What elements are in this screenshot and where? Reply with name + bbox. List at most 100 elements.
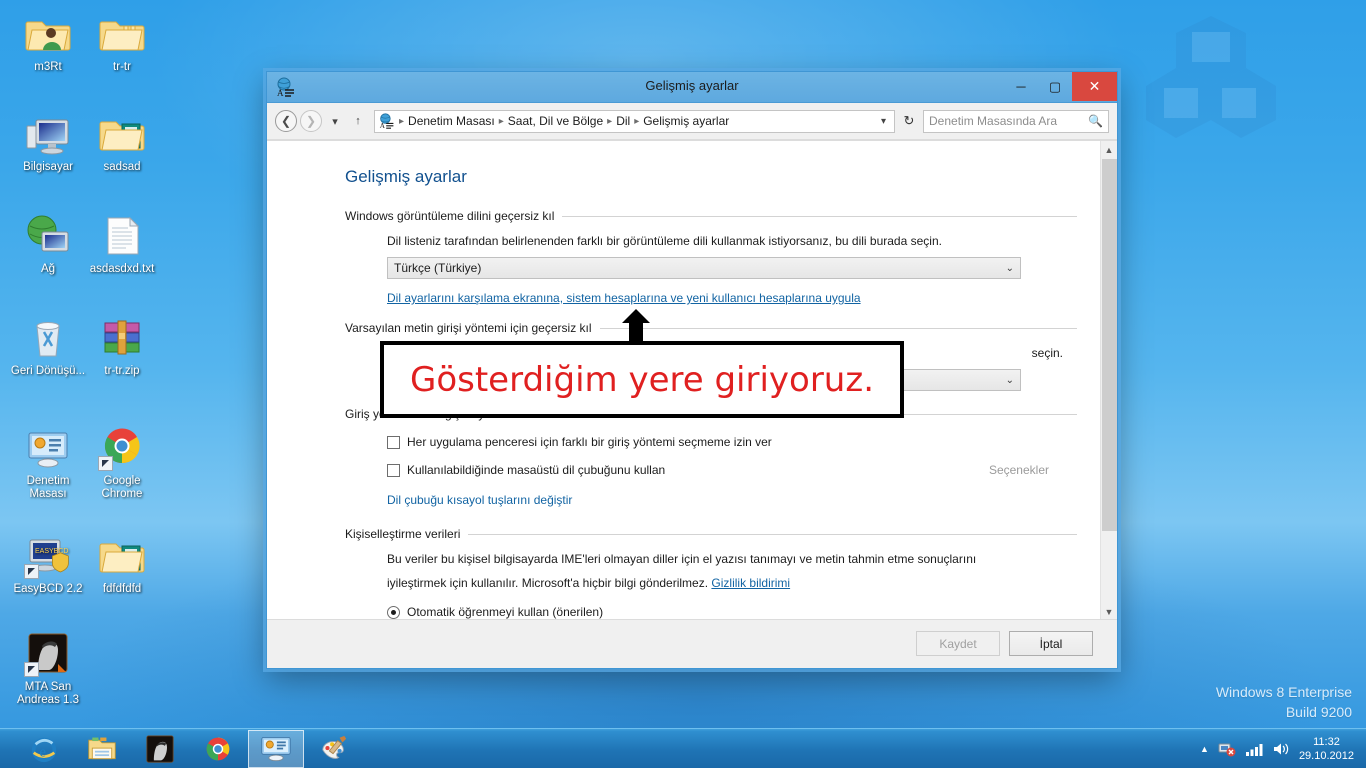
svg-text:A: A (380, 122, 386, 129)
volume-icon[interactable] (1272, 741, 1290, 757)
desktop-icon-label: Geri Dönüşü... (10, 365, 86, 377)
windows-activation-watermark: Windows 8 Enterprise Build 9200 (1216, 682, 1352, 722)
up-button[interactable]: ↑ (348, 110, 368, 132)
desktop-icon-sadsad[interactable]: sadsad (84, 110, 160, 174)
close-button[interactable]: ✕ (1072, 72, 1117, 101)
address-bar: ❮ ❯ ▾ ↑ A ▸ Denetim Masası ▸ Saat, Dil v… (267, 103, 1117, 140)
taskbar-item-internet-explorer[interactable]: e (16, 730, 72, 768)
chrome-icon (98, 424, 146, 472)
breadcrumb-separator: ▸ (498, 115, 504, 127)
desktop-icon-label: EasyBCD 2.2 (13, 583, 83, 595)
desktop-icon-tr-tr[interactable]: tr-tr (84, 10, 160, 74)
taskbar-item-mta-san-andreas[interactable] (132, 730, 188, 768)
desktop-icon-bilgisayar[interactable]: Bilgisayar (10, 110, 86, 174)
refresh-icon[interactable]: ↻ (898, 110, 920, 133)
desktop-icon-tr-tr-zip[interactable]: tr-tr.zip (84, 314, 160, 378)
desktop-icon-asdasdxd-txt[interactable]: asdasdxd.txt (84, 212, 160, 276)
section-header: Varsayılan metin girişi yöntemi için geç… (345, 321, 1077, 335)
section-header-label: Windows görüntüleme dilini geçersiz kıl (345, 209, 555, 223)
scrollbar-thumb[interactable] (1102, 159, 1117, 531)
mta-san-andreas-icon (146, 734, 174, 763)
breadcrumb-dropdown-icon[interactable]: ▾ (877, 116, 890, 127)
desktop-icon-easybcd[interactable]: EASYBCD EasyBCD 2.2 (10, 532, 86, 596)
section-header: Kişiselleştirme verileri (345, 527, 1077, 541)
desktop-icon-label: sadsad (103, 161, 141, 173)
signal-bars-icon[interactable] (1245, 741, 1263, 757)
window-controls: ─ ▢ ✕ (1004, 72, 1117, 101)
scroll-up-icon[interactable]: ▲ (1101, 141, 1117, 158)
desktop-icon-denetim-masasi[interactable]: Denetim Masası (10, 424, 86, 501)
breadcrumb-item-3[interactable]: Gelişmiş ayarlar (643, 114, 729, 128)
desktop-icon-google-chrome[interactable]: Google Chrome (84, 424, 160, 501)
forward-button[interactable]: ❯ (300, 110, 322, 132)
search-icon: 🔍 (1088, 114, 1103, 128)
folder-user-icon (24, 10, 72, 58)
text-file-icon (98, 212, 146, 260)
taskbar-item-google-chrome[interactable] (190, 730, 246, 768)
options-link[interactable]: Seçenekler (989, 463, 1049, 477)
desktop-icon-label: tr-tr.zip (104, 365, 140, 377)
section-header-label: Kişiselleştirme verileri (345, 527, 461, 541)
desktop-icon-mta-san-andreas[interactable]: MTA San Andreas 1.3 (10, 630, 86, 707)
change-language-bar-hotkeys-link[interactable]: Dil çubuğu kısayol tuşlarını değiştir (387, 493, 572, 507)
cancel-button[interactable]: İptal (1009, 631, 1093, 656)
breadcrumb-separator: ▸ (634, 115, 640, 127)
show-hidden-icons-button[interactable]: ▲ (1200, 744, 1209, 754)
radio-automatic-learning[interactable] (387, 605, 400, 619)
taskbar-item-paint[interactable] (306, 730, 362, 768)
desktop-icon-fdfdfdfd[interactable]: fdfdfdfd (84, 532, 160, 596)
back-button[interactable]: ❮ (275, 110, 297, 132)
section-rule (562, 215, 1077, 217)
annotation-box: Gösterdiğim yere giriyoruz. (380, 341, 904, 418)
breadcrumb-item-1[interactable]: Saat, Dil ve Bölge (508, 114, 603, 128)
checkbox-label: Her uygulama penceresi için farklı bir g… (407, 435, 772, 449)
breadcrumb-separator: ▸ (399, 115, 405, 127)
shortcut-overlay-icon (98, 456, 113, 471)
apply-language-settings-link[interactable]: Dil ayarlarını karşılama ekranına, siste… (387, 291, 861, 305)
scroll-down-icon[interactable]: ▼ (1101, 603, 1117, 619)
annotation-text: Gösterdiğim yere giriyoruz. (409, 359, 875, 400)
privacy-statement-link[interactable]: Gizlilik bildirimi (711, 575, 790, 591)
window-titlebar[interactable]: A Gelişmiş ayarlar ─ ▢ ✕ (267, 72, 1117, 103)
clock-date: 29.10.2012 (1298, 749, 1354, 762)
desktop-icon-recycle-bin[interactable]: Geri Dönüşü... (10, 314, 86, 378)
checkbox-label: Kullanılabildiğinde masaüstü dil çubuğun… (407, 463, 666, 477)
breadcrumb-item-2[interactable]: Dil (616, 114, 630, 128)
search-box[interactable]: Denetim Masasında Ara 🔍 (923, 109, 1109, 133)
section-personalization-data: Kişiselleştirme verileri Bu veriler bu k… (345, 527, 1077, 619)
recent-locations-caret-icon[interactable]: ▾ (325, 110, 345, 132)
taskbar-item-file-explorer[interactable] (74, 730, 130, 768)
network-error-icon[interactable] (1218, 741, 1236, 757)
checkbox-row-desktop-language-bar[interactable]: Kullanılabildiğinde masaüstü dil çubuğun… (387, 463, 1077, 477)
clock[interactable]: 11:32 29.10.2012 (1299, 735, 1354, 763)
personalization-description-line1: Bu veriler bu kişisel bilgisayarda IME'l… (387, 552, 977, 566)
section-rule (599, 327, 1077, 329)
system-tray: ▲ 11:32 29.10.2012 (1200, 735, 1366, 763)
checkbox-separate-input-method[interactable] (387, 435, 400, 449)
checkbox-row-separate-input-method[interactable]: Her uygulama penceresi için farklı bir g… (387, 435, 1077, 449)
checkbox-desktop-language-bar[interactable] (387, 463, 400, 477)
shortcut-overlay-icon (24, 564, 39, 579)
desktop-icon-ag[interactable]: Ağ (10, 212, 86, 276)
breadcrumb-item-0[interactable]: Denetim Masası (408, 114, 495, 128)
vertical-scrollbar[interactable]: ▲ ▼ (1100, 141, 1117, 619)
taskbar-item-control-panel[interactable] (248, 729, 304, 768)
folder-icon (98, 10, 146, 58)
taskbar: e ▲ 11:32 29.10.2012 (0, 728, 1366, 768)
radio-row-automatic-learning[interactable]: Otomatik öğrenmeyi kullan (önerilen) (387, 605, 1077, 619)
maximize-button[interactable]: ▢ (1038, 72, 1072, 101)
breadcrumb[interactable]: A ▸ Denetim Masası ▸ Saat, Dil ve Bölge … (374, 109, 895, 133)
folder-open-icon (98, 532, 146, 580)
save-button[interactable]: Kaydet (916, 631, 1000, 656)
search-input[interactable]: Denetim Masasında Ara (929, 114, 1057, 128)
minimize-button[interactable]: ─ (1004, 72, 1038, 101)
paint-icon (322, 735, 347, 759)
display-language-description: Dil listeniz tarafından belirlenenden fa… (387, 234, 942, 248)
dialog-footer: Kaydet İptal (267, 619, 1117, 667)
display-language-combobox[interactable]: Türkçe (Türkiye) ⌄ (387, 257, 1021, 279)
desktop-icon-m3Rt[interactable]: m3Rt (10, 10, 86, 74)
mta-san-andreas-icon (24, 630, 72, 678)
computer-icon (24, 110, 72, 158)
file-explorer-icon (88, 737, 116, 759)
easybcd-icon: EASYBCD (24, 532, 72, 580)
